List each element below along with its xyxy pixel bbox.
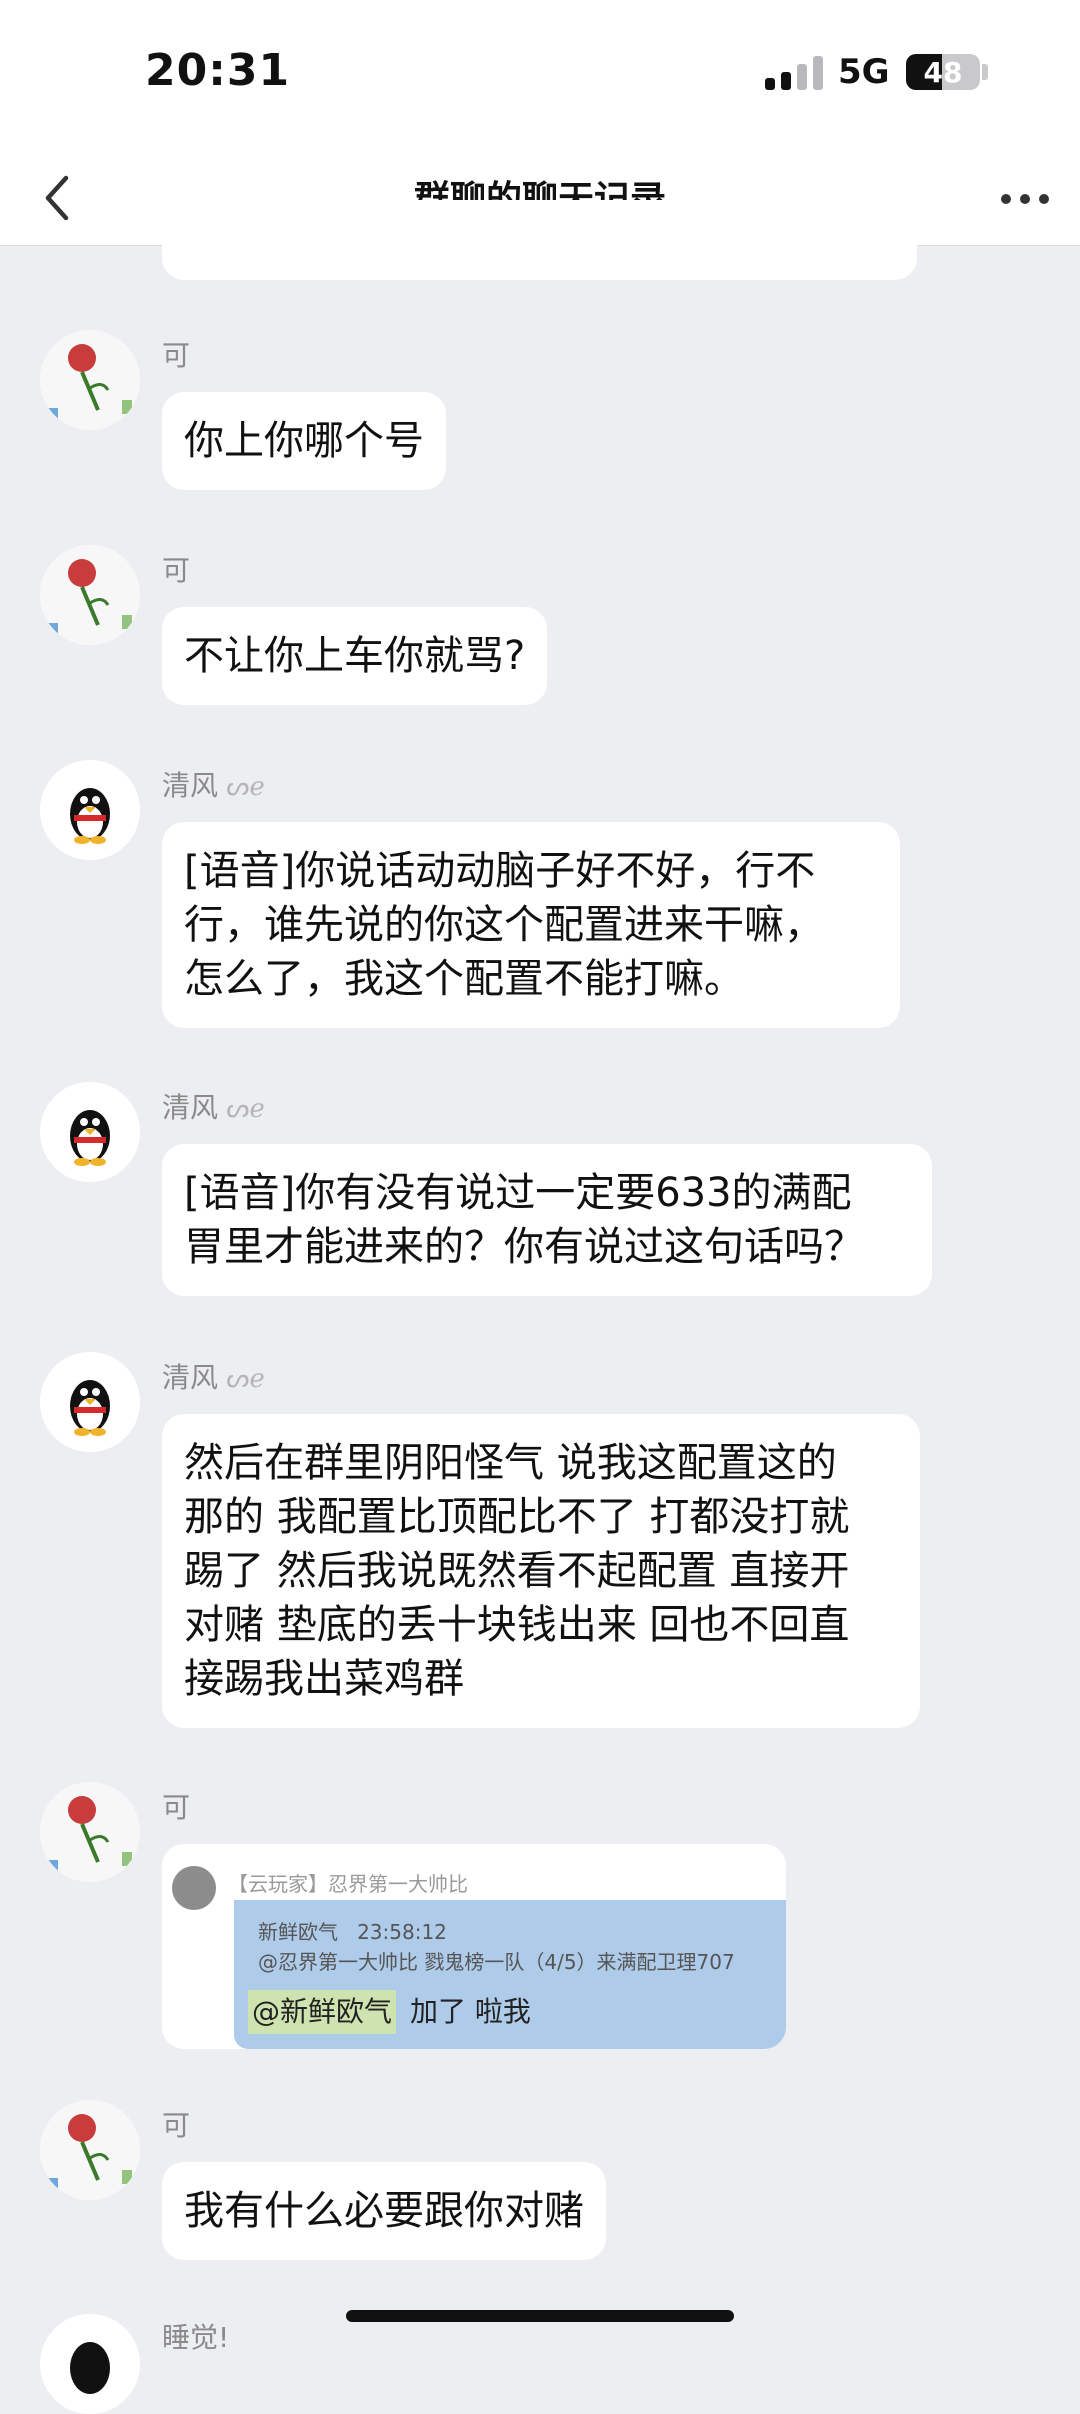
message-bubble[interactable]: [语音]你有没有说过一定要633的满配 胃里才能进来的？你有说过这句话吗？	[162, 1144, 932, 1296]
mention-chip: @新鲜欧气	[248, 1990, 397, 2034]
message-bubble[interactable]: 然后在群里阴阳怪气 说我这配置这的 那的 我配置比顶配比不了 打都没打就 踢了 …	[162, 1414, 920, 1728]
sender-name: 清风 ᔕℯ	[162, 1091, 265, 1124]
sender-avatar[interactable]	[40, 2314, 140, 2414]
battery-tip	[982, 64, 988, 80]
sender-name: 清风 ᔕℯ	[162, 1361, 265, 1394]
previous-message-bubble[interactable]	[162, 200, 917, 280]
battery-icon: 48	[906, 54, 980, 90]
message-line: 接踢我出菜鸡群	[184, 1656, 464, 1702]
message-line: [语音]你说话动动脑子好不好，行不	[184, 848, 816, 894]
rose-sticker-avatar-icon	[40, 330, 140, 430]
sender-avatar[interactable]	[40, 1082, 140, 1182]
sender-avatar[interactable]	[40, 1782, 140, 1882]
battery-level: 48	[923, 56, 963, 89]
rose-sticker-avatar-icon	[40, 1782, 140, 1882]
sender-name: 睡觉!	[162, 2321, 230, 2354]
sender-name: 可	[162, 2109, 191, 2142]
status-bar: 20:31 5G 48	[0, 0, 1080, 150]
home-indicator[interactable]	[346, 2310, 734, 2322]
message-line: 那的 我配置比顶配比不了 打都没打就	[184, 1494, 850, 1540]
screenshot-quote-box: 新鲜欧气 23:58:12 @忍界第一大帅比 戮鬼榜一队（4/5）来满配卫理70…	[234, 1900, 786, 2049]
sender-avatar[interactable]	[40, 1352, 140, 1452]
qq-penguin-avatar-icon	[40, 1352, 140, 1452]
sender-name: 可	[162, 554, 191, 587]
message-line: 行，谁先说的你这个配置进来干嘛，	[184, 902, 824, 948]
image-message[interactable]: 【云玩家】忍界第一大帅比 新鲜欧气 23:58:12 @忍界第一大帅比 戮鬼榜一…	[162, 1844, 786, 2049]
more-button[interactable]	[995, 172, 1055, 222]
message-line: 怎么了，我这个配置不能打嘛。	[184, 956, 744, 1002]
rose-sticker-avatar-icon	[40, 2100, 140, 2200]
screenshot-header: 【云玩家】忍界第一大帅比	[228, 1872, 468, 1896]
sender-avatar[interactable]	[40, 330, 140, 430]
message-line: 对赌 垫底的丢十块钱出来 回也不回直	[184, 1602, 850, 1648]
quote-text: @忍界第一大帅比 戮鬼榜一队（4/5）来满配卫理707	[258, 1950, 735, 1974]
message-line: 踢了 然后我说既然看不起配置 直接开	[184, 1548, 850, 1594]
network-type: 5G	[838, 52, 890, 92]
signal-icon	[765, 56, 825, 90]
sender-avatar[interactable]	[40, 545, 140, 645]
message-bubble[interactable]: 你上你哪个号	[162, 392, 446, 490]
qq-penguin-avatar-icon	[40, 1082, 140, 1182]
sender-name: 可	[162, 339, 191, 372]
sender-name: 可	[162, 1791, 191, 1824]
status-time: 20:31	[145, 45, 291, 96]
qq-penguin-avatar-icon	[40, 760, 140, 860]
rose-sticker-avatar-icon	[40, 545, 140, 645]
qq-penguin-avatar-icon	[40, 2314, 140, 2414]
message-line: 胃里才能进来的？你有说过这句话吗？	[184, 1224, 864, 1270]
message-bubble[interactable]: 不让你上车你就骂?	[162, 607, 548, 705]
message-line: 然后在群里阴阳怪气 说我这配置这的	[184, 1440, 837, 1486]
sender-avatar[interactable]	[40, 2100, 140, 2200]
sender-name: 清风 ᔕℯ	[162, 769, 265, 802]
message-line: [语音]你有没有说过一定要633的满配	[184, 1170, 852, 1216]
sender-avatar[interactable]	[40, 760, 140, 860]
message-bubble[interactable]: 我有什么必要跟你对赌	[162, 2162, 606, 2260]
screenshot-sender-avatar	[172, 1866, 216, 1910]
message-bubble[interactable]: [语音]你说话动动脑子好不好，行不 行，谁先说的你这个配置进来干嘛， 怎么了，我…	[162, 822, 900, 1028]
quote-meta: 新鲜欧气 23:58:12	[258, 1920, 447, 1944]
reply-text: 加了 啦我	[410, 1995, 531, 2028]
